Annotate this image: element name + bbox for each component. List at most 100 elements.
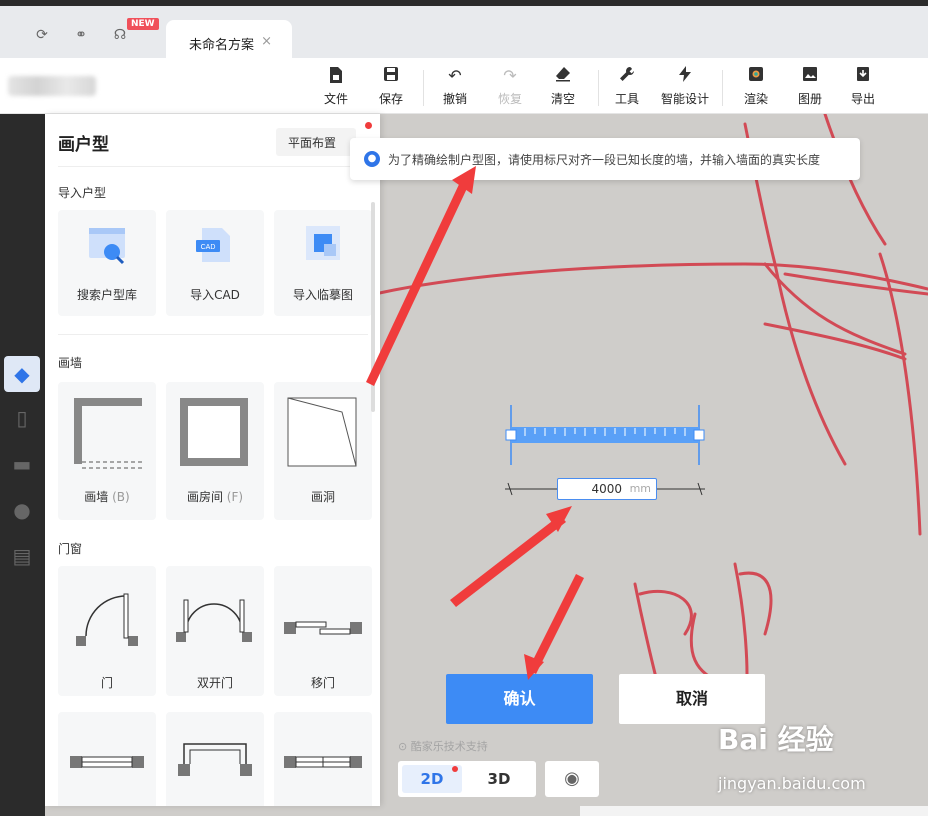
floorplan-icon[interactable]: ◆ bbox=[4, 356, 40, 392]
draw-wall-card[interactable]: 画墙 (B) bbox=[58, 382, 156, 520]
search-floorplan-card[interactable]: 搜索户型库 bbox=[58, 210, 156, 316]
sliding-door-card[interactable]: 移门 bbox=[274, 566, 372, 696]
file-button[interactable]: 文件 bbox=[308, 66, 364, 110]
export-button[interactable]: 导出 bbox=[835, 66, 891, 110]
draw-hole-card[interactable]: 画洞 bbox=[274, 382, 372, 520]
image-icon bbox=[782, 66, 838, 86]
logo bbox=[8, 76, 96, 96]
redo-label: 恢复 bbox=[497, 92, 522, 106]
draw-wall-hint: (B) bbox=[112, 490, 130, 504]
cabinet-icon[interactable]: ▤ bbox=[4, 538, 40, 574]
draw-room-text: 画房间 bbox=[186, 490, 223, 504]
tools-label: 工具 bbox=[614, 92, 639, 106]
double-door-card[interactable]: 双开门 bbox=[166, 566, 264, 696]
window-icon bbox=[58, 724, 156, 780]
draw-room-hint: (F) bbox=[226, 490, 244, 504]
tools-button[interactable]: 工具 bbox=[599, 66, 655, 110]
layout-button-label: 平面布置 bbox=[288, 136, 337, 150]
length-input[interactable]: 4000 mm bbox=[557, 478, 657, 500]
lightning-icon bbox=[657, 66, 713, 86]
eraser-icon bbox=[535, 66, 591, 86]
view-mode-toggle: 2D 3D bbox=[398, 761, 536, 797]
section-title-doors: 门窗 bbox=[58, 542, 83, 556]
left-rail: ◆ ▯ ▬ ● ▤ bbox=[0, 114, 45, 816]
import-trace-label: 导入临摹图 bbox=[292, 288, 353, 302]
draw-hole-label: 画洞 bbox=[310, 490, 335, 504]
tab-document-label: 未命名方案 bbox=[189, 38, 255, 53]
layout-button[interactable]: 平面布置 bbox=[276, 128, 356, 156]
link-icon[interactable]: ⚭ bbox=[72, 26, 90, 44]
export-label: 导出 bbox=[850, 92, 875, 106]
draw-room-card[interactable]: 画房间 (F) bbox=[166, 382, 264, 520]
hole-icon bbox=[274, 394, 372, 474]
undo-button[interactable]: ↶ 撤销 bbox=[427, 66, 483, 110]
sliding-door-icon bbox=[274, 578, 372, 658]
section-title-import: 导入户型 bbox=[58, 186, 107, 200]
redo-icon: ↷ bbox=[503, 66, 517, 85]
draw-wall-text: 画墙 bbox=[84, 490, 109, 504]
close-icon[interactable]: × bbox=[261, 34, 272, 49]
door-label: 门 bbox=[100, 676, 113, 690]
import-cad-label: 导入CAD bbox=[190, 288, 240, 302]
sliding-door-label: 移门 bbox=[310, 676, 335, 690]
file-icon bbox=[308, 66, 364, 86]
album-button[interactable]: 图册 bbox=[782, 66, 838, 110]
clear-button[interactable]: 清空 bbox=[535, 66, 591, 110]
confirm-button[interactable]: 确认 bbox=[446, 674, 593, 724]
eye-icon[interactable]: ◉ bbox=[545, 761, 599, 797]
watermark-url: jingyan.baidu.com bbox=[718, 774, 866, 793]
export-icon bbox=[835, 66, 891, 86]
cad-file-icon: CAD bbox=[166, 222, 264, 278]
section-title-walls: 画墙 bbox=[58, 356, 83, 370]
redo-button[interactable]: ↷ 恢复 bbox=[482, 66, 538, 110]
user-icon[interactable]: ● bbox=[4, 492, 40, 528]
refresh-icon[interactable]: ⟳ bbox=[33, 26, 51, 44]
cancel-button[interactable]: 取消 bbox=[619, 674, 765, 724]
view-3d-button[interactable]: 3D bbox=[478, 765, 520, 793]
bottom-status-bar bbox=[580, 806, 928, 816]
notification-dot bbox=[452, 766, 458, 772]
save-button[interactable]: 保存 bbox=[363, 66, 419, 110]
smart-design-label: 智能设计 bbox=[660, 92, 709, 106]
hint-bar: ● 为了精确绘制户型图，请使用标尺对齐一段已知长度的墙，并输入墙面的真实长度 bbox=[350, 138, 860, 180]
save-icon bbox=[363, 66, 419, 86]
search-floorplan-label: 搜索户型库 bbox=[76, 288, 137, 302]
panel-scrollbar[interactable] bbox=[371, 202, 375, 412]
import-cad-card[interactable]: CAD 导入CAD bbox=[166, 210, 264, 316]
search-floorplan-icon bbox=[58, 222, 156, 278]
toolbar-divider bbox=[423, 70, 424, 106]
undo-label: 撤销 bbox=[442, 92, 467, 106]
clear-label: 清空 bbox=[550, 92, 575, 106]
window-card[interactable] bbox=[58, 712, 156, 806]
cad-badge: CAD bbox=[201, 244, 216, 251]
undo-icon: ↶ bbox=[448, 66, 462, 85]
bay-window-card[interactable] bbox=[166, 712, 264, 806]
render-label: 渲染 bbox=[743, 92, 768, 106]
trace-image-icon bbox=[274, 222, 372, 278]
door-card[interactable]: 门 bbox=[58, 566, 156, 696]
render-icon bbox=[728, 66, 784, 86]
sofa-icon[interactable]: ▬ bbox=[4, 446, 40, 482]
long-window-card[interactable] bbox=[274, 712, 372, 806]
smart-design-button[interactable]: 智能设计 bbox=[657, 66, 713, 110]
draw-room-label: 画房间 (F) bbox=[166, 488, 264, 505]
watermark: Bai 经验 jingyan.baidu.com bbox=[718, 718, 918, 798]
draw-wall-label: 画墙 (B) bbox=[58, 488, 156, 505]
toolbar-divider bbox=[722, 70, 723, 106]
double-door-label: 双开门 bbox=[196, 676, 233, 690]
window-tab-bar: ⟳ ⚭ ☊ NEW 未命名方案 × bbox=[0, 6, 928, 64]
wall-icon bbox=[58, 394, 156, 474]
render-button[interactable]: 渲染 bbox=[728, 66, 784, 110]
album-label: 图册 bbox=[797, 92, 822, 106]
door-item-icon bbox=[58, 578, 156, 658]
floorplan-panel: 画户型 平面布置 导入户型 搜索户型库 CAD 导入CAD 导入临摹图 画墙 画… bbox=[45, 114, 380, 806]
length-value: 4000 bbox=[591, 482, 622, 496]
new-badge: NEW bbox=[127, 18, 159, 30]
import-trace-card[interactable]: 导入临摹图 bbox=[274, 210, 372, 316]
wrench-icon bbox=[599, 66, 655, 86]
room-icon bbox=[166, 394, 264, 474]
panel-title: 画户型 bbox=[58, 135, 109, 155]
save-label: 保存 bbox=[378, 92, 403, 106]
door-icon[interactable]: ▯ bbox=[4, 400, 40, 436]
divider bbox=[58, 166, 368, 167]
